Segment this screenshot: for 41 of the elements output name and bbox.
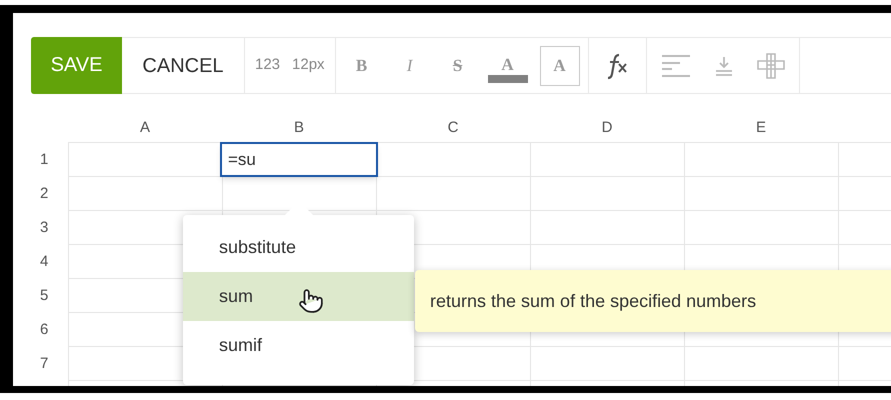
table-cell[interactable] bbox=[376, 177, 530, 211]
align-left-icon[interactable] bbox=[660, 54, 691, 78]
column-header: A bbox=[140, 118, 150, 138]
font-size-button[interactable]: 12px bbox=[292, 54, 325, 77]
number-format-button[interactable]: 123 bbox=[255, 54, 280, 77]
table-cell[interactable] bbox=[684, 211, 838, 245]
column-header: D bbox=[602, 118, 612, 138]
row-number: 4 bbox=[40, 252, 48, 272]
merge-cells-icon[interactable] bbox=[756, 52, 785, 78]
suggestion-item[interactable]: sum bbox=[183, 272, 414, 321]
background-color-button[interactable]: A bbox=[540, 46, 580, 86]
italic-button[interactable]: I bbox=[386, 38, 434, 93]
text-color-button[interactable]: A bbox=[482, 38, 534, 93]
row-number: 5 bbox=[40, 286, 48, 306]
table-cell[interactable] bbox=[684, 143, 838, 177]
table-cell[interactable] bbox=[684, 177, 838, 211]
table-cell[interactable] bbox=[530, 211, 684, 245]
suggestion-item[interactable]: substitute bbox=[183, 223, 414, 272]
row-number: 7 bbox=[40, 354, 48, 374]
row-number: 1 bbox=[40, 150, 48, 170]
row-number: 2 bbox=[40, 184, 48, 204]
table-cell[interactable] bbox=[530, 143, 684, 177]
row-number: 6 bbox=[40, 320, 48, 340]
save-button[interactable]: SAVE bbox=[31, 36, 122, 94]
row-number: 3 bbox=[40, 218, 48, 238]
column-header: B bbox=[294, 118, 304, 138]
column-header: C bbox=[448, 118, 458, 138]
hand-cursor-icon bbox=[298, 288, 324, 314]
suggestion-item[interactable]: sumif bbox=[183, 321, 414, 370]
table-cell[interactable] bbox=[530, 177, 684, 211]
bold-button[interactable]: B bbox=[338, 38, 386, 93]
table-cell[interactable] bbox=[684, 347, 838, 381]
table-cell[interactable] bbox=[68, 177, 222, 211]
function-icon[interactable] bbox=[606, 52, 628, 80]
cell-editor[interactable]: =su bbox=[220, 142, 378, 177]
strikethrough-button[interactable]: S bbox=[434, 38, 482, 93]
column-header: E bbox=[756, 118, 766, 138]
table-cell[interactable] bbox=[530, 347, 684, 381]
cancel-button[interactable]: CANCEL bbox=[122, 38, 245, 93]
align-bottom-icon[interactable] bbox=[714, 56, 733, 76]
tooltip: returns the sum of the specified numbers bbox=[415, 270, 891, 332]
